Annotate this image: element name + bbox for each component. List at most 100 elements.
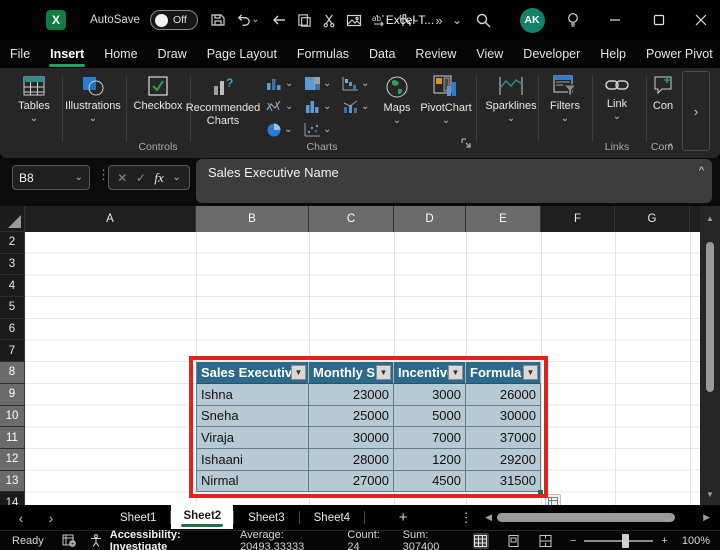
sheet-tab-sheet3[interactable]: Sheet3 [234, 505, 298, 530]
filter-icon[interactable]: ▼ [291, 365, 306, 380]
vertical-scrollbar[interactable]: ▲ ▼ [700, 206, 720, 505]
recommended-charts-button[interactable]: ? RecommendedCharts [192, 74, 254, 127]
minimize-button[interactable] [600, 0, 630, 40]
page-layout-view-icon[interactable] [505, 533, 521, 549]
cell-d13[interactable]: 4500 [394, 471, 466, 493]
column-chart-button[interactable]: ⌄ [266, 76, 293, 91]
lightbulb-icon[interactable] [560, 0, 586, 40]
formula-bar-input[interactable]: Sales Executive Name ^ [196, 159, 712, 203]
collapse-ribbon-icon[interactable]: ^ [668, 142, 673, 154]
row-header-6[interactable]: 6 [0, 319, 25, 341]
row-header-7[interactable]: 7 [0, 340, 25, 362]
waterfall-chart-button[interactable]: ⌄ [342, 76, 369, 91]
more-sheets-icon[interactable]: ⋮ [451, 510, 481, 526]
cell-d11[interactable]: 7000 [394, 427, 466, 449]
row-header-12[interactable]: 12 [0, 449, 25, 471]
tab-formulas[interactable]: Formulas [287, 40, 359, 68]
zoom-slider-thumb[interactable] [622, 534, 629, 548]
tab-home[interactable]: Home [94, 40, 147, 68]
filter-icon[interactable]: ▼ [523, 365, 538, 380]
sheet-tab-sheet4[interactable]: Sheet4 [300, 505, 364, 530]
filter-icon[interactable]: ▼ [376, 365, 391, 380]
excel-logo[interactable]: X [44, 0, 68, 40]
tab-power-pivot[interactable]: Power Pivot [636, 40, 720, 68]
macro-record-icon[interactable] [62, 534, 76, 547]
line-chart-button[interactable]: ⌄ [266, 99, 293, 114]
add-sheet-icon[interactable]: + [383, 509, 423, 526]
insert-function-icon[interactable]: fx [154, 170, 163, 186]
autosave-toggle[interactable]: Off [148, 0, 200, 40]
tab-review[interactable]: Review [405, 40, 466, 68]
row-header-13[interactable]: 13 [0, 471, 25, 493]
row-header-8[interactable]: 8 [0, 362, 25, 384]
normal-view-icon[interactable] [473, 533, 489, 549]
paste-picture-icon[interactable] [343, 0, 365, 40]
cancel-icon[interactable]: ✕ [117, 171, 127, 185]
cells-area[interactable]: Sales Executive▼ Monthly S▼ Incentive▼ F… [25, 232, 700, 505]
cell-b9[interactable]: Ishna [196, 384, 309, 406]
column-header-d[interactable]: D [394, 206, 466, 232]
row-header-5[interactable]: 5 [0, 297, 25, 319]
zoom-out-icon[interactable]: − [570, 535, 576, 547]
hierarchy-chart-button[interactable]: ⌄ [304, 76, 331, 91]
sheet-tab-sheet2[interactable]: Sheet2 [171, 502, 233, 529]
pivotchart-button[interactable]: PivotChart ⌄ [418, 74, 474, 126]
search-icon[interactable] [470, 0, 496, 40]
row-header-10[interactable]: 10 [0, 406, 25, 428]
cell-c13[interactable]: 27000 [309, 471, 394, 493]
accessibility-icon[interactable] [90, 534, 102, 547]
table-header-incentive[interactable]: Incentive▼ [394, 362, 466, 384]
zoom-level[interactable]: 100% [682, 535, 710, 547]
save-icon[interactable] [207, 0, 229, 40]
column-header-c[interactable]: C [309, 206, 394, 232]
data-table[interactable]: Sales Executive▼ Monthly S▼ Incentive▼ F… [196, 362, 541, 492]
table-header-formula[interactable]: Formula▼ [466, 362, 541, 384]
checkbox-button[interactable]: Checkbox [130, 74, 186, 112]
horizontal-scrollbar[interactable]: ◀ ▶ [481, 505, 716, 530]
cell-b10[interactable]: Sneha [196, 406, 309, 428]
avatar[interactable]: AK [518, 0, 546, 40]
filters-button[interactable]: Filters ⌄ [542, 74, 588, 124]
undo-icon[interactable]: ⌄ [233, 0, 263, 40]
scroll-right-icon[interactable]: ▶ [703, 512, 710, 523]
column-header-f[interactable]: F [541, 206, 615, 232]
cell-e10[interactable]: 30000 [466, 406, 541, 428]
cell-e13[interactable]: 31500 [466, 471, 541, 493]
cell-e11[interactable]: 37000 [466, 427, 541, 449]
column-header-g[interactable]: G [615, 206, 690, 232]
row-header-4[interactable]: 4 [0, 275, 25, 297]
cell-e12[interactable]: 29200 [466, 449, 541, 471]
tab-draw[interactable]: Draw [148, 40, 197, 68]
maximize-button[interactable] [644, 0, 674, 40]
horizontal-scrollbar-thumb[interactable] [497, 513, 675, 522]
back-arrow-icon[interactable] [268, 0, 290, 40]
sparklines-button[interactable]: Sparklines ⌄ [482, 74, 540, 124]
cell-b13[interactable]: Nirmal [196, 471, 309, 493]
row-header-3[interactable]: 3 [0, 254, 25, 276]
enter-icon[interactable]: ✓ [136, 171, 146, 185]
column-header-b[interactable]: B [196, 206, 309, 232]
comment-insert-button[interactable]: Con [648, 74, 678, 112]
cell-b12[interactable]: Ishaani [196, 449, 309, 471]
copy-icon[interactable] [293, 0, 315, 40]
tab-page-layout[interactable]: Page Layout [197, 40, 287, 68]
charts-dialog-launcher-icon[interactable] [460, 137, 471, 151]
cell-c9[interactable]: 23000 [309, 384, 394, 406]
scroll-up-icon[interactable]: ▲ [700, 214, 720, 223]
close-button[interactable] [686, 0, 716, 40]
cell-e9[interactable]: 26000 [466, 384, 541, 406]
cell-c10[interactable]: 25000 [309, 406, 394, 428]
row-header-9[interactable]: 9 [0, 384, 25, 406]
tab-developer[interactable]: Developer [513, 40, 590, 68]
document-title[interactable]: Excel T... [372, 0, 448, 40]
page-break-view-icon[interactable] [537, 533, 553, 549]
pie-chart-button[interactable]: ⌄ [266, 122, 292, 138]
column-header-a[interactable]: A [25, 206, 196, 232]
tab-data[interactable]: Data [359, 40, 405, 68]
sheet-tab-sheet1[interactable]: Sheet1 [106, 505, 170, 530]
sheet-nav-right-icon[interactable]: › [36, 510, 66, 526]
row-header-2[interactable]: 2 [0, 232, 25, 254]
table-header-monthly-salary[interactable]: Monthly S▼ [309, 362, 394, 384]
illustrations-button[interactable]: Illustrations ⌄ [64, 74, 122, 124]
cell-c12[interactable]: 28000 [309, 449, 394, 471]
